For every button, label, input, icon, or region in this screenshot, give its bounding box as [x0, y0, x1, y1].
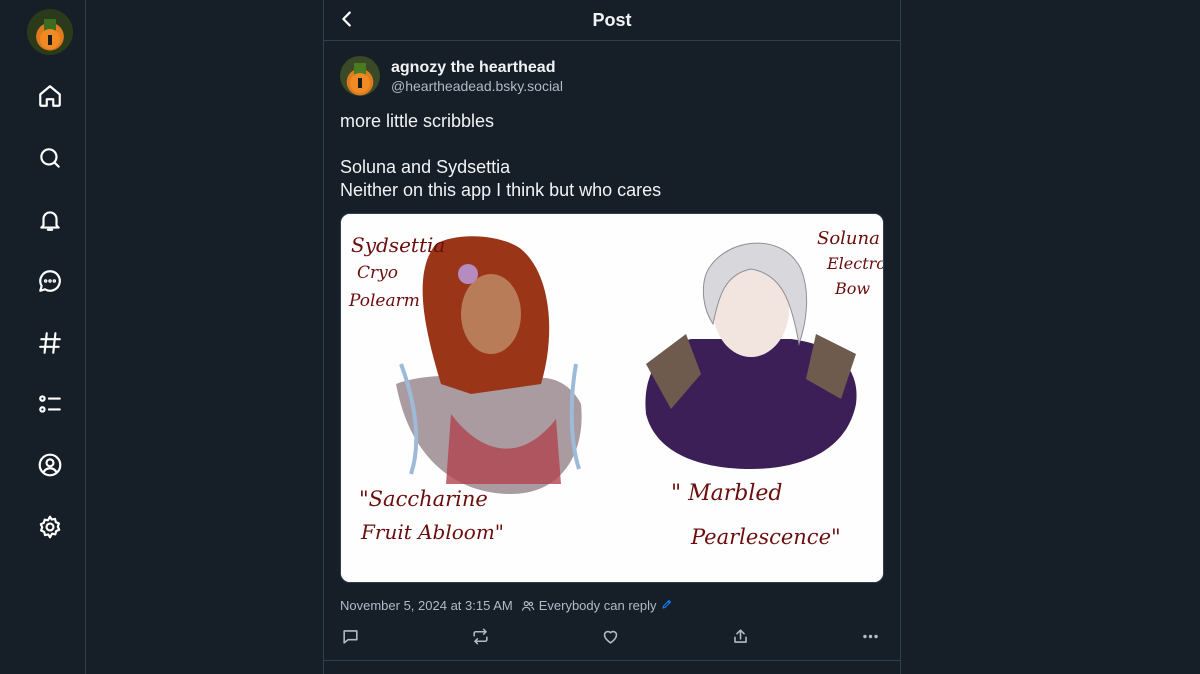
page-header: Post	[324, 0, 900, 41]
author-display-name[interactable]: agnozy the hearthead	[391, 59, 555, 77]
more-options-button[interactable]	[858, 624, 882, 648]
pencil-icon[interactable]	[657, 598, 677, 613]
home-icon[interactable]	[36, 82, 64, 110]
image-caption-left: Fruit Abloom"	[360, 520, 504, 544]
image-caption-left: "Saccharine	[359, 487, 488, 511]
left-nav	[0, 0, 86, 674]
image-label-right: Bow	[834, 279, 870, 298]
post-text: more little scribbles Soluna and Sydsett…	[340, 110, 880, 202]
chat-icon[interactable]	[36, 267, 64, 295]
post-image[interactable]: Sydsettia Cryo Polearm Soluna Electro Bo…	[340, 213, 884, 583]
post-text-line: more little scribbles	[340, 111, 495, 131]
repost-icon	[472, 628, 488, 644]
heart-icon	[603, 630, 617, 644]
share-icon	[733, 628, 747, 643]
list-icon[interactable]	[36, 390, 64, 418]
author-handle[interactable]: @heartheadead.bsky.social	[391, 78, 563, 94]
reply-setting[interactable]: Everybody can reply	[521, 598, 677, 613]
author-avatar[interactable]	[340, 56, 380, 96]
image-caption-right: Pearlescence"	[690, 525, 841, 549]
share-button[interactable]	[728, 624, 752, 648]
post-actions	[324, 624, 900, 648]
post-text-line: Soluna and Sydsettia	[340, 157, 511, 177]
post-timestamp: November 5, 2024 at 3:15 AM	[340, 598, 513, 613]
post-thread-column: Post agnozy the hearthead @heartheadead.…	[323, 0, 901, 674]
divider	[324, 660, 900, 661]
image-label-left: Cryo	[357, 263, 398, 283]
reply-icon	[342, 629, 358, 644]
search-icon[interactable]	[36, 144, 64, 172]
page-title: Post	[592, 10, 632, 30]
image-label-left: Sydsettia	[351, 233, 445, 257]
hashtag-icon[interactable]	[36, 329, 64, 357]
image-label-right: Soluna	[817, 228, 880, 249]
reply-setting-label: Everybody can reply	[538, 598, 657, 613]
gear-icon[interactable]	[36, 513, 64, 541]
repost-button[interactable]	[468, 624, 492, 648]
like-button[interactable]	[598, 624, 622, 648]
image-caption-right: " Marbled	[671, 481, 783, 506]
people-icon	[521, 600, 535, 611]
post-meta: November 5, 2024 at 3:15 AM Everybody ca…	[340, 598, 677, 613]
reply-button[interactable]	[338, 624, 362, 648]
bell-icon[interactable]	[36, 206, 64, 234]
post-text-line: Neither on this app I think but who care…	[340, 180, 662, 200]
profile-icon[interactable]	[36, 451, 64, 479]
image-label-left: Polearm	[348, 291, 420, 311]
image-label-right: Electro	[826, 254, 883, 273]
user-avatar[interactable]	[27, 9, 73, 55]
ellipsis-icon	[862, 634, 878, 638]
